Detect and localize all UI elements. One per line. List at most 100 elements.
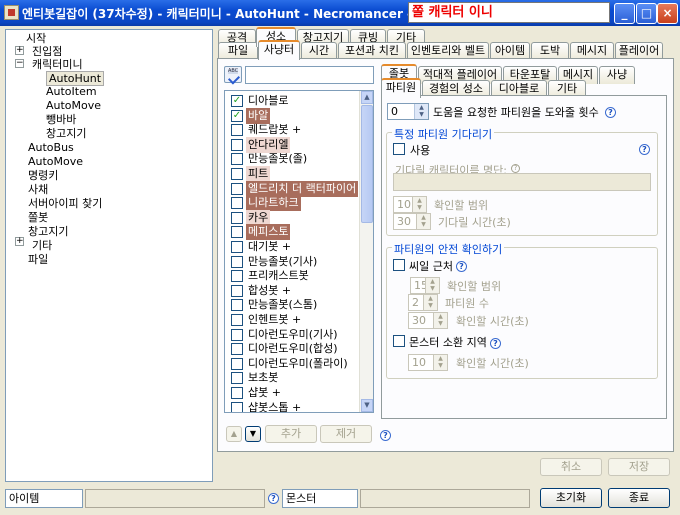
list-item[interactable]: 엘드리치 더 랙터파이어 [229, 180, 359, 197]
tree-item[interactable]: 기타 [32, 239, 52, 252]
list-item-checkbox[interactable] [231, 387, 243, 399]
tree-item[interactable]: 쫄봇 [28, 211, 48, 224]
expand-icon[interactable]: + [15, 237, 24, 246]
search-input[interactable] [245, 66, 374, 84]
list-item-checkbox[interactable] [231, 314, 243, 326]
help-icon[interactable]: ? [605, 107, 616, 118]
tree-item[interactable]: 뺑바바 [46, 113, 76, 126]
list-item-checkbox[interactable] [231, 372, 243, 385]
save-button[interactable]: 저장 [608, 458, 670, 476]
stepper-arrows-icon[interactable]: ▲ ▼ [433, 355, 447, 370]
list-item[interactable]: 만능졸봇(스톰) [229, 297, 357, 313]
tree-item[interactable]: 서버아이피 찾기 [28, 197, 102, 210]
list-item-checkbox[interactable] [231, 357, 243, 370]
stepper-arrows-icon[interactable]: ▲ ▼ [412, 197, 426, 212]
remove-button[interactable]: 제거 [320, 425, 372, 443]
title-bar[interactable]: 엔티봇길잡이 (37차수정) - 캐릭터미니 - AutoHunt - Necr… [0, 0, 680, 26]
list-item-checkbox[interactable] [231, 211, 243, 224]
list-item-checkbox[interactable] [231, 138, 243, 151]
inner-tab-row2-0[interactable]: 파티원 [381, 78, 421, 98]
minimize-button[interactable]: _ [614, 3, 635, 24]
close-button[interactable]: × [657, 3, 678, 24]
list-item-checkbox[interactable] [231, 343, 243, 356]
navigation-tree[interactable]: + − + 시작 진입점 캐릭터미니 AutoHunt AutoItem AutoMove… [5, 29, 213, 482]
list-item[interactable]: 디아런도우미(합성) [229, 341, 357, 357]
tree-item[interactable]: 진입점 [32, 45, 62, 58]
move-up-button[interactable]: ▲ [226, 426, 242, 442]
help-icon[interactable]: ? [268, 493, 279, 504]
tree-item[interactable]: AutoBus [28, 141, 74, 154]
waypoint-range-stepper[interactable]: 15 ▲ ▼ [410, 277, 440, 294]
list-item[interactable]: 대기봇 + [229, 239, 357, 255]
list-item-checkbox[interactable] [231, 226, 243, 239]
list-item[interactable]: 카우 [229, 209, 357, 226]
list-item[interactable]: 메피스토 [229, 224, 357, 241]
tree-item[interactable]: AutoMove [28, 155, 83, 168]
waypoint-checkbox[interactable] [393, 259, 405, 271]
list-item-checkbox[interactable]: ✓ [231, 95, 243, 107]
expand-icon[interactable]: + [15, 46, 24, 55]
scrollbar[interactable]: ▲ ▼ [359, 91, 373, 412]
list-item[interactable]: 프리캐스트봇 [229, 268, 357, 284]
wait-name-input[interactable] [393, 173, 651, 191]
list-item-checkbox[interactable] [231, 255, 243, 268]
add-button[interactable]: 추가 [265, 425, 317, 443]
collapse-icon[interactable]: − [15, 59, 24, 68]
tree-item[interactable]: 캐릭터미니 [32, 58, 83, 71]
list-item[interactable]: 니라트하크 [229, 195, 357, 212]
list-item[interactable]: 안다리엘 [229, 136, 357, 153]
move-down-button[interactable]: ▼ [245, 426, 261, 442]
list-item[interactable]: 디아런도우미(폴라이) [229, 356, 357, 372]
monster-list[interactable]: ✓ 디아블로 ✓ 바알 퀘드랍봇 + 안다리엘 만능졸봇(졸) 피트 엘드리치 더 랙터파이어 니… [224, 90, 374, 413]
list-item-checkbox[interactable] [231, 153, 243, 166]
tab-row2-1[interactable]: 사냥터 [258, 40, 300, 60]
reset-button[interactable]: 초기화 [540, 488, 602, 508]
party-count-stepper[interactable]: 2 ▲ ▼ [408, 294, 438, 311]
list-item-checkbox[interactable] [231, 168, 243, 180]
list-item[interactable]: 만능졸봇(졸) [229, 151, 357, 167]
list-item[interactable]: 피트 [229, 166, 357, 182]
exit-button[interactable]: 종료 [608, 488, 670, 508]
list-item[interactable]: ✓ 바알 [229, 107, 357, 124]
list-item-checkbox[interactable] [231, 182, 243, 195]
stepper-arrows-icon[interactable]: ▲ ▼ [433, 313, 447, 328]
help-icon[interactable]: ? [380, 430, 391, 441]
tree-item[interactable]: 명령키 [28, 169, 58, 182]
list-item-checkbox[interactable] [231, 241, 243, 253]
list-item[interactable]: 인헨트봇 + [229, 312, 357, 328]
help-count-stepper[interactable]: 0 ▲ ▼ [387, 103, 429, 120]
scroll-thumb[interactable] [361, 105, 373, 223]
wait-range-stepper[interactable]: 10 ▲ ▼ [393, 196, 427, 213]
tree-item[interactable]: 파일 [28, 253, 48, 266]
list-item[interactable]: ✓ 디아블로 [229, 93, 357, 109]
stepper-arrows-icon[interactable]: ▲ ▼ [425, 278, 439, 293]
cancel-button[interactable]: 취소 [540, 458, 602, 476]
use-checkbox[interactable] [393, 143, 405, 155]
list-item-checkbox[interactable] [231, 401, 243, 412]
list-item[interactable]: 샵봇스톱 + [229, 400, 357, 412]
help-icon[interactable]: ? [490, 338, 501, 349]
inner-tab-row1-4[interactable]: 사냥 [599, 66, 635, 84]
filter-icon[interactable]: ABC [224, 66, 242, 85]
list-item-checkbox[interactable] [231, 124, 243, 137]
tree-item[interactable]: 창고지기 [28, 225, 68, 238]
scroll-down-icon[interactable]: ▼ [361, 399, 373, 412]
list-item-checkbox[interactable] [231, 197, 243, 210]
stepper-arrows-icon[interactable]: ▲ ▼ [423, 295, 437, 310]
list-item-checkbox[interactable] [231, 328, 243, 341]
tree-item[interactable]: 창고지기 [46, 127, 86, 140]
help-icon[interactable]: ? [456, 261, 467, 272]
list-item[interactable]: 보초봇 [229, 370, 357, 386]
list-item-checkbox[interactable] [231, 299, 243, 312]
list-item[interactable]: 샵봇 + [229, 385, 357, 401]
list-item[interactable]: 만능졸봇(기사) [229, 254, 357, 270]
tree-item[interactable]: 사채 [28, 183, 48, 196]
waypoint-time-stepper[interactable]: 30 ▲ ▼ [408, 312, 448, 329]
list-item-checkbox[interactable] [231, 270, 243, 283]
scroll-up-icon[interactable]: ▲ [361, 91, 373, 104]
list-item[interactable]: 디아런도우미(기사) [229, 327, 357, 343]
list-item-checkbox[interactable] [231, 284, 243, 297]
tree-item[interactable]: AutoItem [46, 85, 97, 98]
maximize-button[interactable]: □ [636, 3, 657, 24]
tree-item[interactable]: 시작 [26, 32, 46, 45]
